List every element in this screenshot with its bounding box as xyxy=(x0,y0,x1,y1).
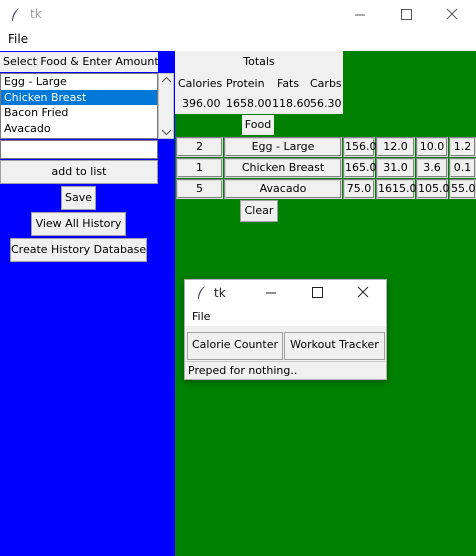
totals-col-carbs: Carbs xyxy=(310,77,342,90)
totals-col-calories: Calories xyxy=(178,77,223,90)
window-title: tk xyxy=(30,7,42,21)
totals-val-carbs: 56.30 xyxy=(310,97,342,110)
popup-menubar: File xyxy=(185,306,386,326)
save-button[interactable]: Save xyxy=(61,186,96,210)
popup-minimize-icon[interactable] xyxy=(260,282,282,304)
add-to-list-button[interactable]: add to list xyxy=(0,160,158,184)
food-option-bacon-fried[interactable]: Bacon Fried xyxy=(1,105,157,121)
row2-protein: 31.0 xyxy=(376,158,415,178)
row3-name: Avacado xyxy=(224,179,342,199)
row3-fat: 105.0 xyxy=(416,179,450,199)
listbox-scrollbar[interactable] xyxy=(158,73,174,139)
row2-calories: 165.0 xyxy=(343,158,377,178)
row3-carb: 55.0 xyxy=(449,179,476,199)
totals-val-calories: 396.00 xyxy=(182,97,221,110)
main-titlebar[interactable]: tk xyxy=(0,0,476,30)
select-food-label: Select Food & Enter Amount xyxy=(0,52,159,72)
food-listbox[interactable]: Egg - Large Chicken Breast Bacon Fried A… xyxy=(0,73,158,139)
popup-close-icon[interactable] xyxy=(352,282,374,304)
row3-qty: 5 xyxy=(176,179,223,199)
row1-name: Egg - Large xyxy=(224,137,342,157)
totals-val-protein: 1658.00 xyxy=(226,97,272,110)
food-table-header: Food xyxy=(242,115,274,135)
row3-calories: 75.0 xyxy=(343,179,375,199)
totals-col-fats: Fats xyxy=(277,77,300,90)
row1-fat: 10.0 xyxy=(416,137,448,157)
tk-feather-icon xyxy=(12,8,19,21)
calorie-counter-button[interactable]: Calorie Counter xyxy=(187,332,283,360)
food-option-chicken-breast[interactable]: Chicken Breast xyxy=(1,89,157,105)
popup-title: tk xyxy=(214,286,226,300)
totals-val-fats: 118.60 xyxy=(272,97,311,110)
totals-panel: Totals Calories Protein Fats Carbs 396.0… xyxy=(175,51,343,114)
row1-protein: 12.0 xyxy=(376,137,415,157)
food-option-avacado[interactable]: Avacado xyxy=(1,121,157,137)
popup-tk-feather-icon xyxy=(198,286,205,299)
food-option-egg-large[interactable]: Egg - Large xyxy=(1,74,157,90)
amount-entry[interactable] xyxy=(0,140,158,159)
row2-name: Chicken Breast xyxy=(224,158,342,178)
close-icon[interactable] xyxy=(441,4,463,26)
totals-title: Totals xyxy=(243,55,275,68)
row1-qty: 2 xyxy=(176,137,223,157)
scroll-up-arrow-icon[interactable] xyxy=(162,77,171,83)
row2-carb: 0.1 xyxy=(449,158,476,178)
row2-qty: 1 xyxy=(176,158,223,178)
row1-calories: 156.0 xyxy=(343,137,377,157)
popup-maximize-icon[interactable] xyxy=(306,282,328,304)
minimize-icon[interactable] xyxy=(349,4,371,26)
menu-file[interactable]: File xyxy=(8,32,28,46)
workout-tracker-button[interactable]: Workout Tracker xyxy=(284,332,385,360)
row1-carb: 1.2 xyxy=(449,137,476,157)
clear-button[interactable]: Clear xyxy=(240,200,278,222)
main-menubar: File xyxy=(0,30,476,50)
scroll-down-arrow-icon[interactable] xyxy=(162,129,171,135)
popup-window: tk File Calorie Counter Workout Tracker … xyxy=(184,279,387,380)
totals-col-protein: Protein xyxy=(226,77,265,90)
view-all-history-button[interactable]: View All History xyxy=(31,212,126,236)
row2-fat: 3.6 xyxy=(416,158,448,178)
maximize-icon[interactable] xyxy=(395,4,417,26)
popup-menu-file[interactable]: File xyxy=(192,310,210,323)
row3-protein: 1615.0 xyxy=(376,179,417,199)
popup-titlebar[interactable]: tk xyxy=(185,280,386,306)
status-label: Preped for nothing.. xyxy=(186,361,385,379)
create-history-database-button[interactable]: Create History Database xyxy=(10,238,147,262)
